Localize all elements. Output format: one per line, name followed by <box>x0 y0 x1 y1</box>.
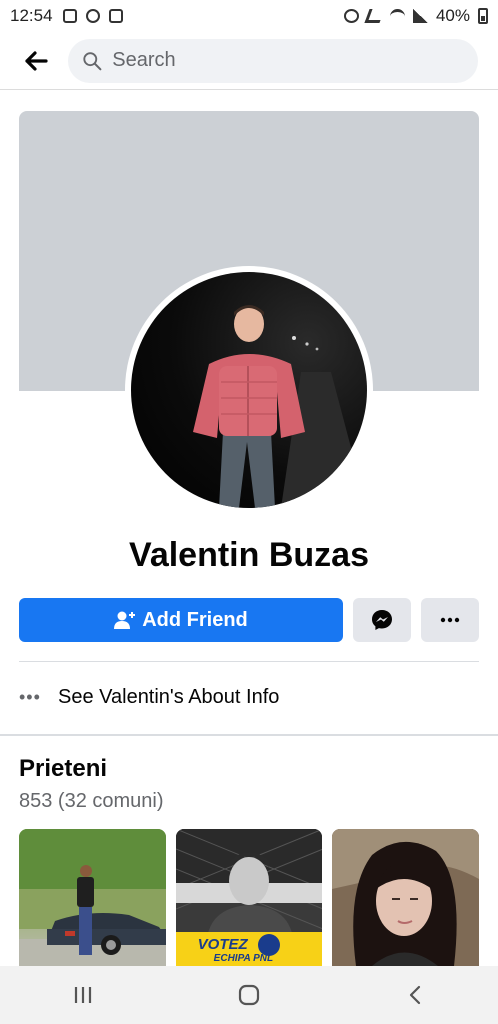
about-info-link[interactable]: ••• See Valentin's About Info <box>19 676 479 718</box>
campaign-banner: VOTEZ ECHIPA PNL <box>175 932 323 966</box>
alarm-icon <box>343 9 359 23</box>
add-person-icon <box>114 611 136 629</box>
system-back-button[interactable] <box>385 973 445 1017</box>
friends-section-title[interactable]: Prieteni <box>19 755 107 783</box>
add-friend-label: Add Friend <box>142 608 248 631</box>
mute-icon <box>364 9 385 23</box>
friends-count: 853 (32 comuni) <box>19 790 164 812</box>
search-box[interactable] <box>68 38 478 83</box>
wifi-icon <box>389 9 405 23</box>
friends-grid: VOTEZ ECHIPA PNL <box>19 829 479 966</box>
party-logo-icon <box>257 934 280 956</box>
search-input[interactable] <box>112 49 464 72</box>
about-info-label: See Valentin's About Info <box>58 685 280 708</box>
gallery-icon <box>62 9 77 23</box>
profile-name: Valentin Buzas <box>129 536 369 574</box>
back-icon <box>409 985 421 1005</box>
messenger-notification-icon <box>85 9 100 23</box>
battery-percent: 40% <box>435 6 470 25</box>
home-button[interactable] <box>219 973 279 1017</box>
message-button[interactable] <box>353 598 411 642</box>
signal-icon <box>412 9 428 23</box>
poster-title: VOTEZ <box>197 936 248 953</box>
system-nav-bar <box>0 966 498 1024</box>
profile-actions: Add Friend <box>19 598 479 642</box>
battery-icon <box>478 8 488 24</box>
arrow-left-icon <box>25 50 48 71</box>
back-button[interactable] <box>18 43 54 79</box>
more-dots-icon: ••• <box>19 686 41 707</box>
recent-apps-icon <box>74 987 92 1003</box>
divider <box>19 661 479 662</box>
more-button[interactable] <box>421 598 479 642</box>
friend-photo-woman <box>332 829 479 966</box>
recent-apps-button[interactable] <box>53 973 113 1017</box>
friend-card[interactable]: VOTEZ ECHIPA PNL <box>175 829 323 966</box>
square-app-icon <box>108 9 123 23</box>
friend-card[interactable] <box>332 829 479 966</box>
status-right: 40% <box>343 6 488 26</box>
add-friend-button[interactable]: Add Friend <box>19 598 343 642</box>
messenger-icon <box>372 610 392 630</box>
search-icon <box>83 51 102 70</box>
friend-card[interactable] <box>19 829 166 966</box>
status-time: 12:54 <box>10 6 53 25</box>
friend-photo-man-car <box>19 829 166 966</box>
top-bar <box>0 32 498 90</box>
more-dots-icon <box>440 617 460 623</box>
avatar-photo <box>193 305 367 508</box>
home-icon <box>238 984 260 1006</box>
profile-avatar[interactable] <box>131 272 367 508</box>
section-separator <box>0 734 498 736</box>
status-bar: 12:54 40% <box>0 0 498 32</box>
